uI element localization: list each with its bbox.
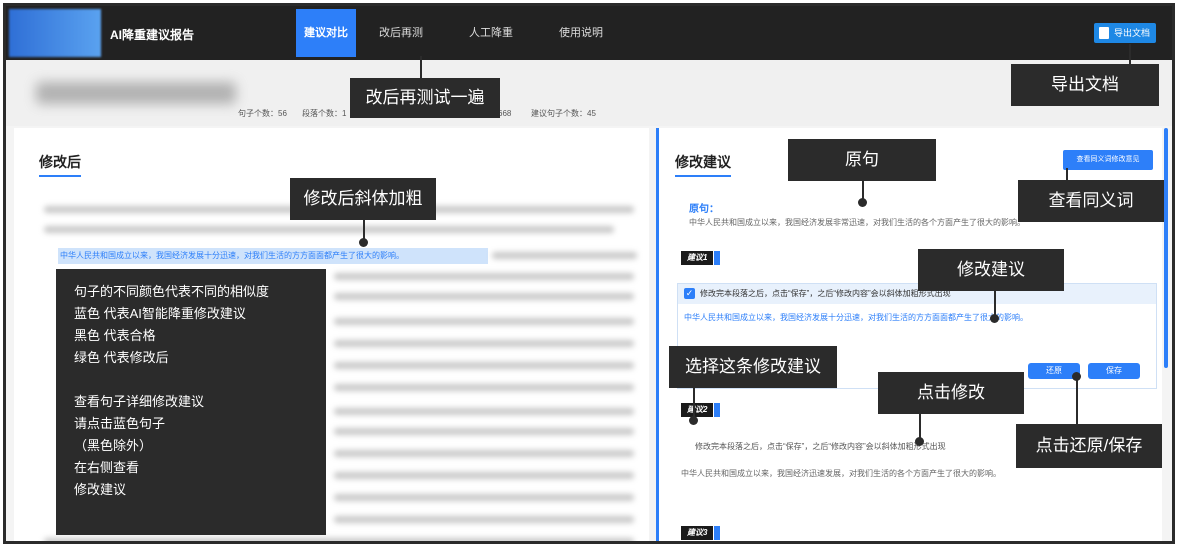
legend-line: （黑色除外） <box>74 438 153 453</box>
revised-title: 修改后 <box>39 154 81 170</box>
original-sentence: 中华人民共和国成立以来，我国经济发展非常迅速，对我们生活的各个方面产生了很大的影… <box>689 218 1025 227</box>
suggestion-tag-3: 建议3 <box>681 526 722 540</box>
legend-line: 修改建议 <box>74 482 127 497</box>
export-label: 导出文档 <box>1113 28 1150 38</box>
suggestion-instruction: ✓ 修改完本段落之后，点击“保存”，之后“修改内容”会以斜体加粗形式出现 <box>678 284 1156 304</box>
callout-synonym: 查看同义词 <box>1018 180 1164 222</box>
app-title: AI降重建议报告 <box>110 28 195 42</box>
callout-italic-bold: 修改后斜体加粗 <box>290 178 436 220</box>
pointer-dot <box>359 238 368 247</box>
blurred-text <box>334 318 634 325</box>
callout-select: 选择这条修改建议 <box>669 346 837 388</box>
callout-restore-save: 点击还原/保存 <box>1016 424 1162 468</box>
leader-line <box>1076 378 1078 426</box>
sentence-count: 句子个数：56 <box>238 109 287 118</box>
pointer-dot <box>990 314 999 323</box>
paragraph-count: 段落个数：1 <box>302 109 347 118</box>
main-nav: 建议对比 改后再测 人工降重 使用说明 <box>296 9 626 57</box>
suggestion-tag-2: 建议2 <box>681 403 722 417</box>
suggested-sentence-count: 建议句子个数：45 <box>531 109 596 118</box>
callout-retest: 改后再测试一遍 <box>350 78 500 118</box>
legend-line: 绿色 代表修改后 <box>74 350 169 365</box>
scrollbar[interactable] <box>1164 128 1168 368</box>
blurred-text <box>334 362 634 369</box>
instruction-text: 修改完本段落之后，点击“保存”，之后“修改内容”会以斜体加粗形式出现 <box>700 289 951 298</box>
pointer-dot <box>1072 372 1081 381</box>
legend-line: 蓝色 代表AI智能降重修改建议 <box>74 306 246 321</box>
save-button[interactable]: 保存 <box>1088 363 1140 379</box>
highlighted-sentence[interactable]: 中华人民共和国成立以来，我国经济发展十分迅速，对我们生活的方方面面都产生了很大的… <box>58 248 488 264</box>
export-button[interactable]: 导出文档 <box>1093 23 1156 43</box>
title-underline <box>675 175 731 177</box>
blurred-text <box>334 408 634 415</box>
leader-line <box>693 387 695 417</box>
leader-line <box>420 56 422 80</box>
document-icon <box>1098 27 1109 39</box>
suggestion-text[interactable]: 中华人民共和国成立以来，我国经济发展十分迅速，对我们生活的方方面面都产生了很大的… <box>678 304 1156 331</box>
blurred-text <box>44 538 634 541</box>
tab-help[interactable]: 使用说明 <box>536 9 626 57</box>
blurred-text <box>334 472 634 479</box>
title-underline <box>39 175 81 177</box>
blurred-text <box>44 226 614 233</box>
callout-original: 原句 <box>788 139 936 181</box>
legend-line: 查看句子详细修改建议 <box>74 394 205 409</box>
tab-manual[interactable]: 人工降重 <box>446 9 536 57</box>
blurred-report-title <box>36 82 236 104</box>
pointer-dot <box>858 198 867 207</box>
blurred-text <box>334 340 634 347</box>
stats-bar: 句子个数：56 段落个数：1 ：668 建议句子个数：45 <box>6 60 1172 126</box>
legend-line: 请点击蓝色句子 <box>74 416 166 431</box>
suggestion-title: 修改建议 <box>675 154 731 170</box>
blurred-text <box>334 450 634 457</box>
callout-suggestion: 修改建议 <box>918 249 1064 291</box>
legend-line: 句子的不同颜色代表不同的相似度 <box>74 284 270 299</box>
pointer-dot <box>915 437 924 446</box>
blurred-text <box>492 252 637 259</box>
tab-compare[interactable]: 建议对比 <box>296 9 356 57</box>
blurred-text <box>334 494 634 501</box>
blurred-text <box>334 516 634 523</box>
tab-retest[interactable]: 改后再测 <box>356 9 446 57</box>
checkbox-icon[interactable]: ✓ <box>684 288 695 299</box>
top-bar: AI降重建议报告 建议对比 改后再测 人工降重 使用说明 导出文档 <box>6 6 1172 60</box>
color-legend: 句子的不同颜色代表不同的相似度 蓝色 代表AI智能降重修改建议 黑色 代表合格 … <box>56 269 326 535</box>
suggestion-text[interactable]: 中华人民共和国成立以来，我国经济迅速发展，对我们生活的各个方面产生了很大的影响。 <box>681 468 1001 479</box>
blurred-text <box>334 273 634 280</box>
callout-export: 导出文档 <box>1011 64 1159 106</box>
leader-line <box>919 413 921 439</box>
legend-gap <box>74 369 326 391</box>
app-logo <box>9 9 101 57</box>
legend-line: 黑色 代表合格 <box>74 328 156 343</box>
blurred-text <box>334 293 634 300</box>
leader-line <box>1129 44 1131 66</box>
leader-line <box>994 290 996 316</box>
original-label: 原句： <box>689 204 719 215</box>
blurred-text <box>334 428 634 435</box>
legend-line: 在右侧查看 <box>74 460 140 475</box>
screenshot-frame: AI降重建议报告 建议对比 改后再测 人工降重 使用说明 导出文档 句子个数：5… <box>3 3 1175 544</box>
suggestion-tag-1: 建议1 <box>681 251 722 265</box>
suggestion-instruction: 修改完本段落之后，点击“保存”，之后“修改内容”会以斜体加粗形式出现 <box>695 442 946 451</box>
callout-click-modify: 点击修改 <box>878 372 1024 414</box>
pointer-dot <box>689 416 698 425</box>
blurred-text <box>334 384 634 391</box>
synonym-button[interactable]: 查看同义词修改意见 <box>1063 150 1153 170</box>
